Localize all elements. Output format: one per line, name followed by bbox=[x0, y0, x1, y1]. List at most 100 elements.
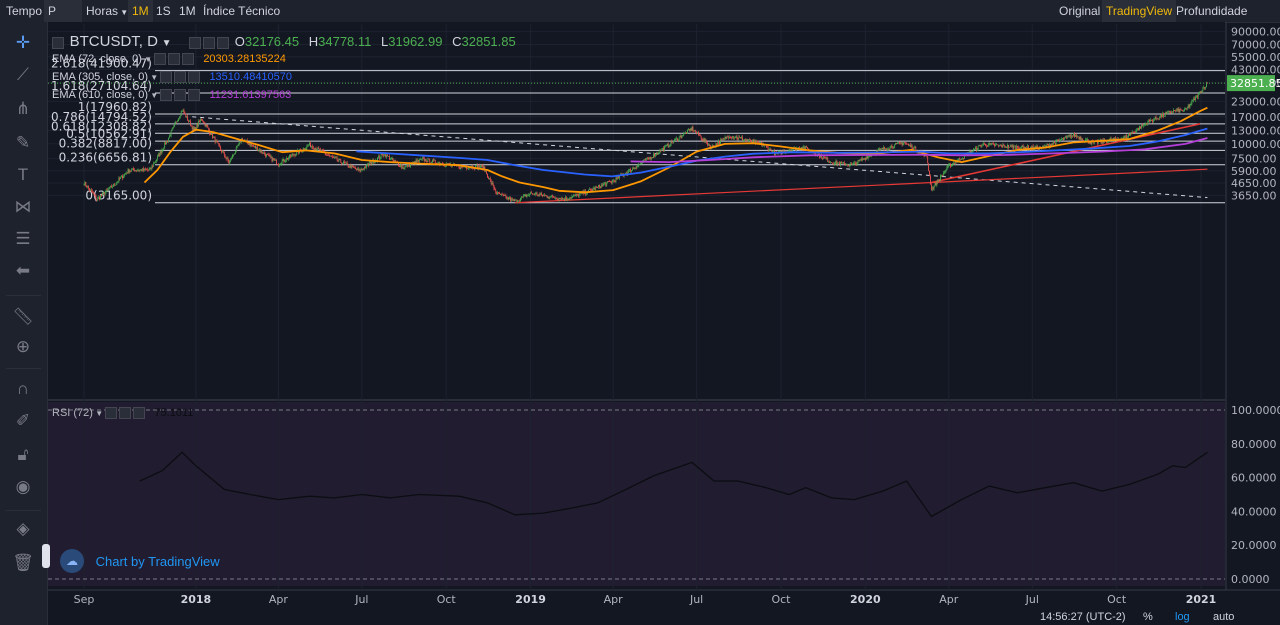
candle-body bbox=[702, 139, 704, 141]
candle-body bbox=[1022, 145, 1024, 147]
settings-icon[interactable] bbox=[189, 34, 231, 49]
candle-body bbox=[804, 146, 806, 149]
candle-body bbox=[726, 136, 728, 139]
candle-body bbox=[498, 192, 499, 194]
candle-body bbox=[291, 154, 293, 156]
candle-body bbox=[1158, 118, 1160, 120]
log-scale-button[interactable]: log bbox=[1175, 611, 1190, 623]
price-axis[interactable]: 90000.0070000.0055000.0043000.0033000.00… bbox=[1231, 26, 1280, 586]
candle-body bbox=[364, 166, 366, 170]
candle-body bbox=[1013, 146, 1015, 149]
collapse-icon[interactable] bbox=[52, 36, 64, 49]
candle-body bbox=[577, 194, 579, 197]
candle-body bbox=[558, 198, 560, 200]
candle-body bbox=[614, 180, 616, 182]
rsi-tick-label: 80.0000 bbox=[1231, 438, 1277, 451]
price-tick-label: 3650.00 bbox=[1231, 189, 1277, 202]
candle-body bbox=[1173, 110, 1174, 113]
candle-body bbox=[770, 148, 772, 151]
candle-body bbox=[307, 145, 309, 147]
ema72-legend[interactable]: EMA (72, close, 0) ▼ 20303.28135224 bbox=[52, 53, 286, 66]
candle-body bbox=[333, 157, 334, 158]
chevron-down-icon[interactable]: ▼ bbox=[162, 38, 172, 49]
candle-body bbox=[478, 165, 480, 168]
candle-body bbox=[177, 121, 178, 123]
candle-body bbox=[1149, 119, 1151, 122]
candle-body bbox=[716, 143, 718, 145]
candle-body bbox=[749, 139, 751, 140]
candle-body bbox=[423, 158, 425, 161]
candle-body bbox=[1002, 144, 1004, 148]
candle-body bbox=[945, 169, 947, 171]
candle-body bbox=[1137, 127, 1139, 130]
candle-body bbox=[399, 165, 400, 167]
candle-body bbox=[1071, 135, 1073, 138]
candle-body bbox=[891, 145, 893, 148]
candle-body bbox=[696, 132, 698, 134]
candle-body bbox=[557, 199, 559, 201]
candle-body bbox=[650, 157, 652, 159]
candle-body bbox=[139, 169, 141, 171]
candle-body bbox=[167, 141, 168, 142]
candle-body bbox=[355, 168, 357, 170]
candle-body bbox=[997, 144, 998, 146]
candle-body bbox=[444, 165, 446, 167]
candle-body bbox=[670, 141, 672, 146]
candle-body bbox=[306, 145, 308, 149]
candle-body bbox=[654, 155, 656, 157]
candle-body bbox=[214, 137, 216, 143]
candle-body bbox=[1062, 138, 1063, 140]
candle-body bbox=[1055, 140, 1057, 145]
candle-body bbox=[186, 116, 188, 118]
candle-body bbox=[261, 150, 263, 153]
candle-body bbox=[93, 193, 95, 195]
candle-body bbox=[259, 149, 261, 152]
candle-body bbox=[399, 165, 401, 167]
candle-body bbox=[859, 159, 861, 161]
candle-body bbox=[610, 181, 612, 183]
candle-body bbox=[1006, 146, 1007, 148]
candle-body bbox=[235, 147, 237, 152]
candle-body bbox=[709, 144, 710, 146]
candle-body bbox=[1078, 137, 1080, 140]
candle-body bbox=[269, 155, 271, 158]
ema610-legend[interactable]: EMA (610, close, 0) ▼ 11231.61397563 bbox=[52, 89, 291, 102]
candle-body bbox=[734, 137, 736, 139]
tradingview-watermark[interactable]: ☁ Chart by TradingView bbox=[60, 549, 220, 573]
candle-body bbox=[257, 150, 259, 151]
percent-scale-button[interactable]: % bbox=[1143, 611, 1153, 623]
candle-body bbox=[742, 139, 744, 141]
candle-body bbox=[1044, 145, 1046, 147]
ema305-legend[interactable]: EMA (305, close, 0) ▼ 13510.48410570 bbox=[52, 71, 292, 84]
candle-body bbox=[1021, 145, 1023, 148]
candle-body bbox=[156, 156, 158, 160]
candle-body bbox=[204, 122, 206, 127]
candle-body bbox=[708, 144, 709, 146]
candle-body bbox=[694, 130, 696, 132]
candle-body bbox=[531, 192, 532, 194]
candle-body bbox=[279, 164, 281, 166]
auto-scale-button[interactable]: auto bbox=[1213, 611, 1234, 623]
candle-body bbox=[644, 159, 646, 161]
candle-body bbox=[769, 148, 771, 150]
candle-body bbox=[1109, 138, 1111, 140]
time-axis[interactable]: Sep 2018 Apr Jul Oct 2019 Apr Jul Oct 2020 Apr Jul O… bbox=[74, 593, 1217, 606]
candle-body bbox=[572, 196, 574, 197]
candle-body bbox=[362, 168, 364, 170]
candle-body bbox=[942, 172, 944, 176]
candle-body bbox=[1162, 113, 1163, 117]
candle-body bbox=[268, 154, 270, 156]
candle-body bbox=[1192, 100, 1194, 102]
candle-body bbox=[207, 126, 209, 128]
candle-body bbox=[422, 157, 423, 159]
candle-body bbox=[380, 154, 382, 158]
pane-resize-handle[interactable] bbox=[42, 544, 50, 568]
candle-body bbox=[1145, 123, 1147, 125]
candle-body bbox=[198, 121, 200, 126]
candle-body bbox=[155, 161, 156, 163]
rsi-legend[interactable]: RSI (72) ▼ 75.1011 bbox=[52, 407, 193, 420]
candle-body bbox=[265, 154, 266, 157]
candle-body bbox=[1190, 104, 1192, 105]
candle-body bbox=[700, 135, 702, 140]
candle-body bbox=[862, 158, 863, 161]
